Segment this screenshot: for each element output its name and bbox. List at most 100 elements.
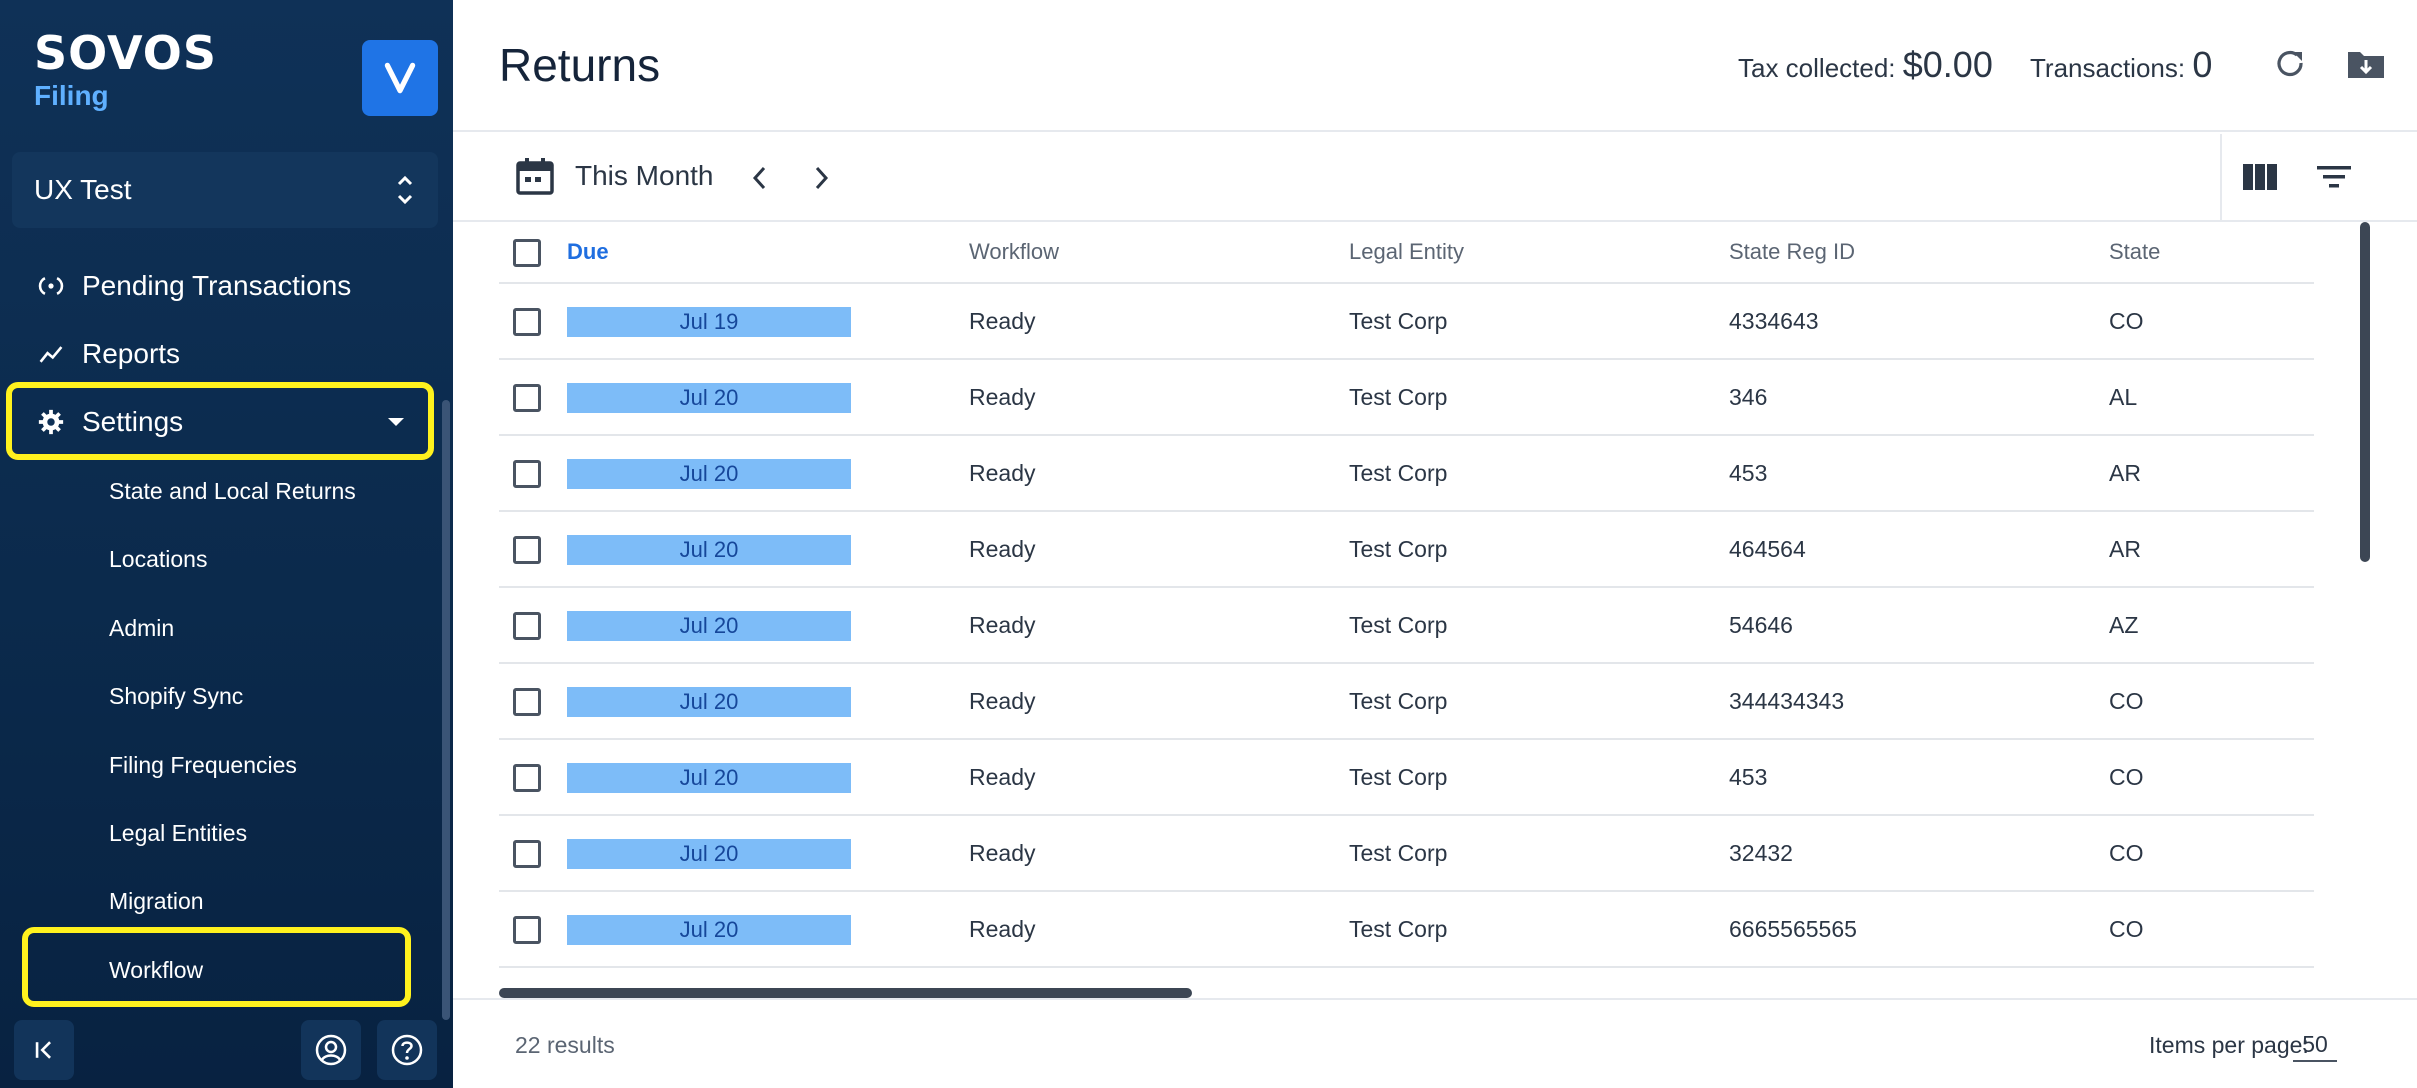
legal-entity-cell: Test Corp [1349, 459, 1448, 486]
results-count: 22 results [515, 1032, 615, 1058]
transactions-stat: Transactions: 0 [2030, 44, 2212, 86]
sync-icon [36, 271, 66, 301]
state-reg-id-cell: 54646 [1729, 611, 1793, 638]
tax-collected-label: Tax collected: [1738, 53, 1896, 83]
row-checkbox[interactable] [513, 916, 541, 944]
footer-divider [453, 998, 2417, 1000]
account-button[interactable] [301, 1020, 361, 1080]
calendar-icon[interactable] [515, 154, 555, 198]
nav-sub-legal-entities[interactable]: Legal Entities [109, 811, 247, 855]
select-all-checkbox[interactable] [513, 239, 541, 267]
column-header-state[interactable]: State [2109, 222, 2160, 282]
tax-collected-value: $0.00 [1902, 44, 1993, 85]
workflow-highlight-box [22, 927, 411, 1007]
transactions-value: 0 [2192, 44, 2213, 85]
help-button[interactable] [377, 1020, 437, 1080]
row-checkbox[interactable] [513, 840, 541, 868]
column-header-legal-entity[interactable]: Legal Entity [1349, 222, 1464, 282]
workflow-cell: Ready [969, 611, 1036, 638]
table-row[interactable]: Jul 20 Ready Test Corp 464564 AR [499, 512, 2314, 588]
refresh-icon [2277, 50, 2303, 77]
table-header-row: Due Workflow Legal Entity State Reg ID S… [499, 222, 2314, 284]
row-checkbox[interactable] [513, 308, 541, 336]
filter-icon[interactable] [2315, 160, 2353, 194]
refresh-button[interactable] [2269, 42, 2313, 86]
nav-reports[interactable]: Reports [0, 324, 440, 384]
nav-sub-filing-frequencies[interactable]: Filing Frequencies [109, 743, 297, 787]
nav-sub-admin[interactable]: Admin [109, 606, 174, 650]
chevron-right-icon[interactable] [809, 162, 833, 194]
state-cell: AR [2109, 535, 2141, 562]
table-vertical-scrollbar[interactable] [2360, 222, 2370, 562]
sidebar-scrollbar[interactable] [442, 400, 450, 1020]
table-row[interactable]: Jul 20 Ready Test Corp 346 AL [499, 360, 2314, 436]
row-checkbox[interactable] [513, 688, 541, 716]
due-date-badge: Jul 20 [567, 383, 851, 413]
nav-pending-transactions[interactable]: Pending Transactions [0, 256, 440, 316]
unfold-chevron-icon [397, 175, 413, 205]
legal-entity-cell: Test Corp [1349, 915, 1448, 942]
state-reg-id-cell: 4334643 [1729, 307, 1819, 334]
legal-entity-cell: Test Corp [1349, 611, 1448, 638]
nav-sub-migration[interactable]: Migration [109, 879, 204, 923]
state-reg-id-cell: 344434343 [1729, 687, 1845, 714]
state-cell: CO [2109, 307, 2144, 334]
nav-sub-shopify-sync[interactable]: Shopify Sync [109, 674, 243, 718]
workflow-cell: Ready [969, 307, 1036, 334]
row-checkbox[interactable] [513, 460, 541, 488]
table-row[interactable]: Jul 20 Ready Test Corp 453 CO [499, 740, 2314, 816]
sovos-logo: SOVOS Filing [34, 30, 217, 112]
download-folder-button[interactable] [2344, 42, 2388, 86]
table-horizontal-scrollbar[interactable] [499, 988, 1192, 998]
workflow-cell: Ready [969, 839, 1036, 866]
nav-sub-state-local-returns[interactable]: State and Local Returns [109, 469, 356, 513]
nav-label: Pending Transactions [82, 270, 352, 301]
table-row[interactable]: Jul 19 Ready Test Corp 4334643 CO [499, 284, 2314, 360]
state-reg-id-cell: 346 [1729, 383, 1768, 410]
main-content: Returns Tax collected: $0.00 Transaction… [453, 0, 2417, 1088]
row-checkbox[interactable] [513, 384, 541, 412]
returns-table: Due Workflow Legal Entity State Reg ID S… [499, 222, 2314, 992]
row-checkbox[interactable] [513, 764, 541, 792]
sidebar-footer [0, 1020, 453, 1088]
state-cell: AZ [2109, 611, 2139, 638]
state-cell: AR [2109, 459, 2141, 486]
workflow-cell: Ready [969, 763, 1036, 790]
table-row[interactable]: Jul 20 Ready Test Corp 453 AR [499, 436, 2314, 512]
legal-entity-cell: Test Corp [1349, 687, 1448, 714]
due-date-badge: Jul 20 [567, 763, 851, 793]
workflow-cell: Ready [969, 383, 1036, 410]
due-date-badge: Jul 20 [567, 459, 851, 489]
column-header-state-reg-id[interactable]: State Reg ID [1729, 222, 1855, 282]
workflow-cell: Ready [969, 459, 1036, 486]
workflow-cell: Ready [969, 535, 1036, 562]
folder-download-icon [2348, 52, 2384, 78]
due-date-badge: Jul 19 [567, 307, 851, 337]
legal-entity-cell: Test Corp [1349, 383, 1448, 410]
state-reg-id-cell: 32432 [1729, 839, 1793, 866]
organization-selector[interactable]: UX Test [12, 152, 438, 228]
column-header-workflow[interactable]: Workflow [969, 222, 1059, 282]
due-date-badge: Jul 20 [567, 611, 851, 641]
chevron-left-icon[interactable] [748, 162, 772, 194]
date-period-label[interactable]: This Month [575, 160, 714, 192]
product-name: Filing [34, 80, 109, 111]
due-date-badge: Jul 20 [567, 687, 851, 717]
row-checkbox[interactable] [513, 536, 541, 564]
app-switcher-button[interactable] [362, 40, 438, 116]
collapse-sidebar-button[interactable] [14, 1020, 74, 1080]
transactions-label: Transactions: [2030, 53, 2186, 83]
table-row[interactable]: Jul 20 Ready Test Corp 32432 CO [499, 816, 2314, 892]
state-reg-id-cell: 453 [1729, 763, 1768, 790]
row-checkbox[interactable] [513, 612, 541, 640]
items-per-page-select[interactable]: 50 [2293, 1028, 2337, 1062]
state-reg-id-cell: 453 [1729, 459, 1768, 486]
columns-icon[interactable] [2241, 160, 2279, 194]
table-row[interactable]: Jul 20 Ready Test Corp 6665565565 CO [499, 892, 2314, 968]
column-header-due[interactable]: Due [567, 222, 609, 282]
workflow-cell: Ready [969, 915, 1036, 942]
table-row[interactable]: Jul 20 Ready Test Corp 344434343 CO [499, 664, 2314, 740]
nav-sub-locations[interactable]: Locations [109, 537, 207, 581]
collapse-left-icon [35, 1041, 51, 1059]
table-row[interactable]: Jul 20 Ready Test Corp 54646 AZ [499, 588, 2314, 664]
